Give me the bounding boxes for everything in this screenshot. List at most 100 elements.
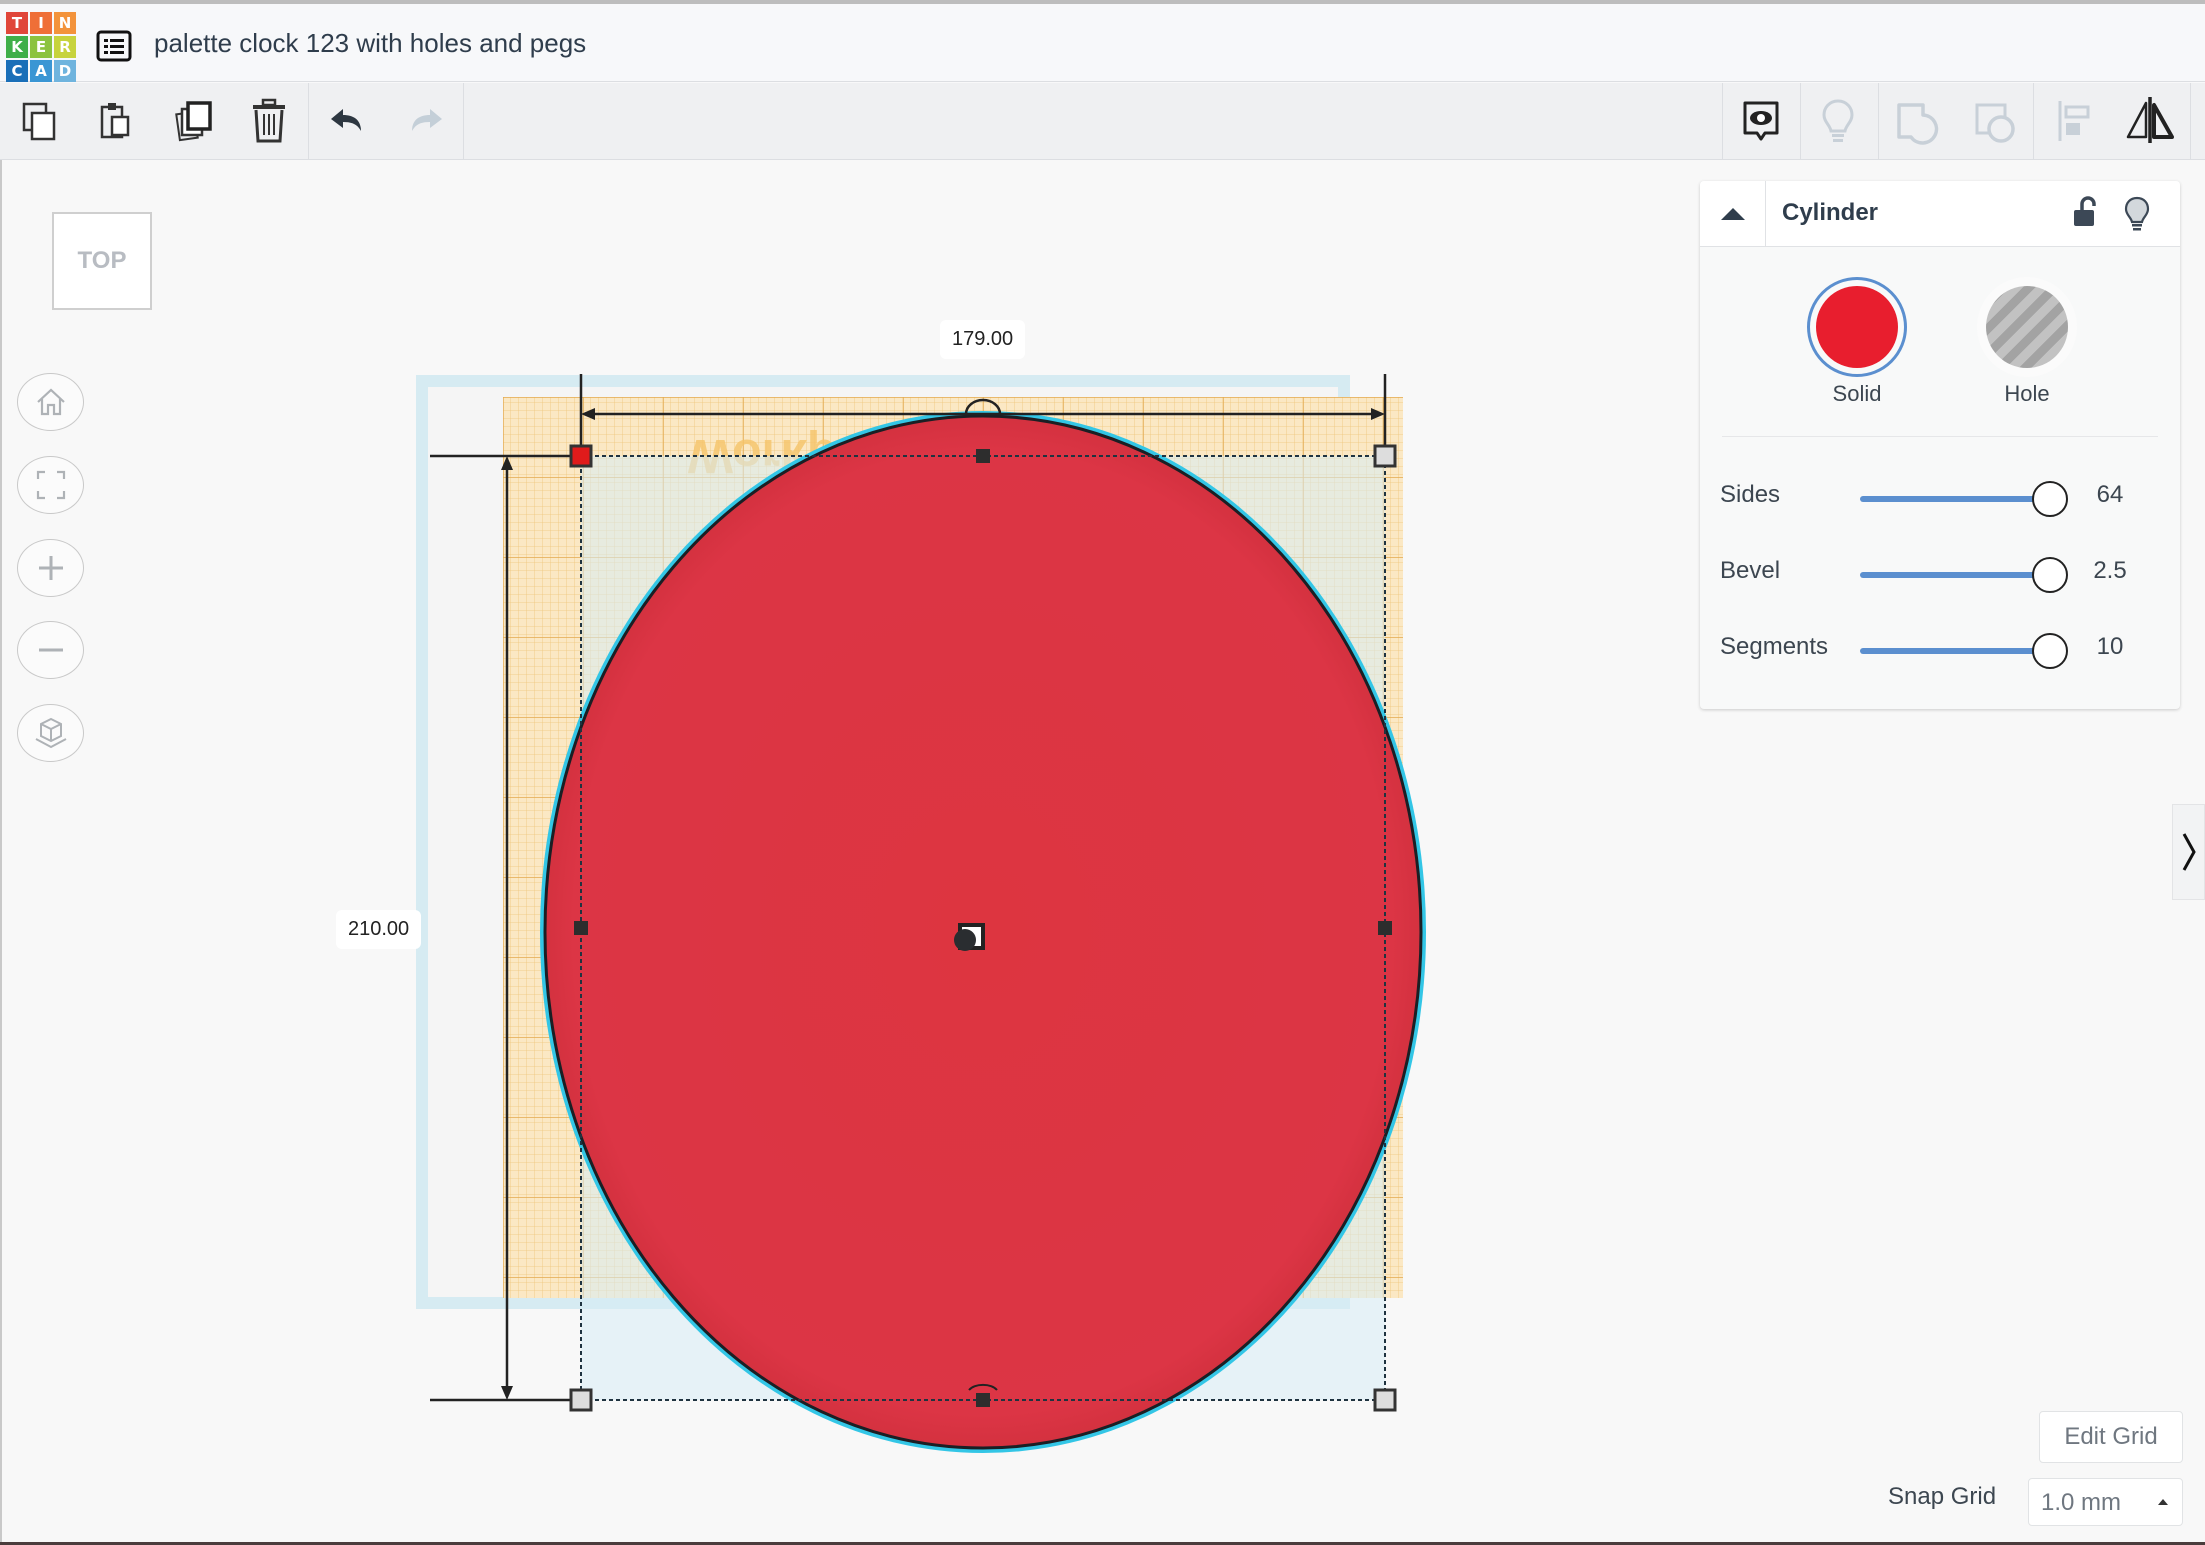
logo-letter: I [30, 12, 52, 34]
hole-label: Hole [2004, 381, 2050, 406]
slider-track[interactable] [1860, 572, 2040, 578]
paste-button[interactable] [90, 95, 142, 147]
lightbulb-icon [1822, 99, 1854, 142]
shape-name[interactable]: Cylinder [1782, 199, 1878, 227]
solid-color-swatch[interactable] [1807, 277, 1907, 377]
toolbar-separator [1722, 83, 1723, 160]
snap-grid-value: 1.0 mm [2041, 1489, 2122, 1516]
redo-button[interactable] [398, 95, 450, 147]
tinkercad-logo[interactable]: TIN KER CAD [6, 12, 76, 82]
logo-letter: N [54, 12, 76, 34]
solid-label: Solid [1832, 381, 1882, 406]
copy-icon [22, 102, 56, 141]
header: TIN KER CAD palette clock 123 with holes a… [0, 4, 2205, 82]
property-label: Bevel [1720, 557, 1781, 584]
toolbar-separator [2190, 83, 2191, 160]
hole-stripes [1986, 286, 2068, 368]
property-segments: Segments 10 [1700, 625, 2180, 675]
toolbar-separator [1878, 83, 1879, 160]
ungroup-icon [1975, 103, 2015, 143]
viewport-left-border [0, 160, 2, 1545]
caret-up-icon [2158, 1499, 2168, 1505]
minus-icon [38, 648, 63, 652]
width-dimension-label[interactable]: 179.00 [940, 320, 1026, 359]
length-dimension-label[interactable]: 210.00 [336, 910, 422, 949]
bevel-slider[interactable] [1860, 549, 2068, 599]
fit-icon [36, 470, 65, 500]
ungroup-button[interactable] [1969, 95, 2021, 147]
undo-icon [331, 109, 361, 131]
shape-inspector: Cylinder Solid Hole Sides 64 Bevel 2.5 Segme… [1700, 181, 2180, 709]
edit-grid-button[interactable]: Edit Grid [2039, 1411, 2183, 1463]
list-icon [96, 30, 132, 62]
perspective-button[interactable] [17, 704, 84, 762]
corner-handle-top-left[interactable] [569, 444, 593, 468]
property-label: Segments [1720, 633, 1829, 660]
zoom-in-button[interactable] [17, 539, 84, 597]
group-button[interactable] [1891, 95, 1943, 147]
lightbulb-icon [2124, 196, 2150, 231]
toolbar-separator [308, 83, 309, 160]
duplicate-icon [175, 101, 212, 142]
lock-button[interactable] [2068, 195, 2102, 231]
logo-letter: A [30, 60, 52, 82]
logo-letter: R [54, 36, 76, 58]
duplicate-button[interactable] [168, 95, 220, 147]
design-title[interactable]: palette clock 123 with holes and pegs [154, 28, 586, 59]
corner-handle-bottom-left[interactable] [569, 1388, 593, 1412]
logo-letter: D [54, 60, 76, 82]
toolbar-separator [2033, 83, 2034, 160]
home-view-button[interactable] [17, 373, 84, 431]
view-cube[interactable]: TOP [52, 212, 152, 310]
corner-handle-bottom-right[interactable] [1373, 1388, 1397, 1412]
property-sides: Sides 64 [1700, 473, 2180, 523]
group-icon [1897, 103, 1939, 145]
snap-grid-select[interactable]: 1.0 mm [2028, 1478, 2183, 1526]
toolbar [0, 83, 2205, 160]
mirror-icon [2126, 97, 2174, 143]
snap-grid-label: Snap Grid [1888, 1483, 1997, 1510]
slider-track[interactable] [1860, 496, 2040, 502]
corner-handle-top-right[interactable] [1373, 444, 1397, 468]
chevron-right-icon [2182, 833, 2196, 871]
mirror-button[interactable] [2124, 95, 2176, 147]
edge-handle-bottom[interactable] [976, 1393, 990, 1407]
copy-button[interactable] [14, 95, 66, 147]
solid-color-fill [1816, 286, 1898, 368]
property-value[interactable]: 64 [2060, 481, 2160, 509]
edge-handle-left[interactable] [574, 921, 588, 935]
inspector-header: Cylinder [1700, 181, 2180, 247]
design-menu-button[interactable] [96, 30, 132, 62]
edge-handle-top[interactable] [976, 449, 990, 463]
show-all-button[interactable] [1812, 95, 1864, 147]
sides-slider[interactable] [1860, 473, 2068, 523]
unlock-icon [2074, 196, 2096, 226]
zoom-out-button[interactable] [17, 621, 84, 679]
notes-button[interactable] [1735, 95, 1787, 147]
toolbar-separator [463, 83, 464, 160]
lift-handle[interactable] [954, 929, 976, 951]
logo-letter: E [30, 36, 52, 58]
property-value[interactable]: 2.5 [2060, 557, 2160, 585]
toolbar-separator [1800, 83, 1801, 160]
undo-button[interactable] [323, 95, 375, 147]
collapse-inspector-button[interactable] [1700, 181, 1766, 247]
align-icon [2058, 101, 2090, 141]
cube-icon [35, 717, 66, 749]
inspector-divider [1722, 436, 2158, 437]
property-value[interactable]: 10 [2060, 633, 2160, 661]
segments-slider[interactable] [1860, 625, 2068, 675]
align-button[interactable] [2048, 95, 2100, 147]
slider-track[interactable] [1860, 648, 2040, 654]
edge-handle-right[interactable] [1378, 921, 1392, 935]
plus-icon [38, 556, 63, 580]
delete-button[interactable] [243, 95, 295, 147]
logo-letter: T [6, 12, 28, 34]
hole-swatch[interactable] [1977, 277, 2077, 377]
property-label: Sides [1720, 481, 1781, 508]
fit-view-button[interactable] [17, 456, 84, 514]
shapes-panel-toggle[interactable] [2172, 804, 2205, 900]
hide-shape-button[interactable] [2120, 195, 2154, 233]
logo-letter: K [6, 36, 28, 58]
property-bevel: Bevel 2.5 [1700, 549, 2180, 599]
